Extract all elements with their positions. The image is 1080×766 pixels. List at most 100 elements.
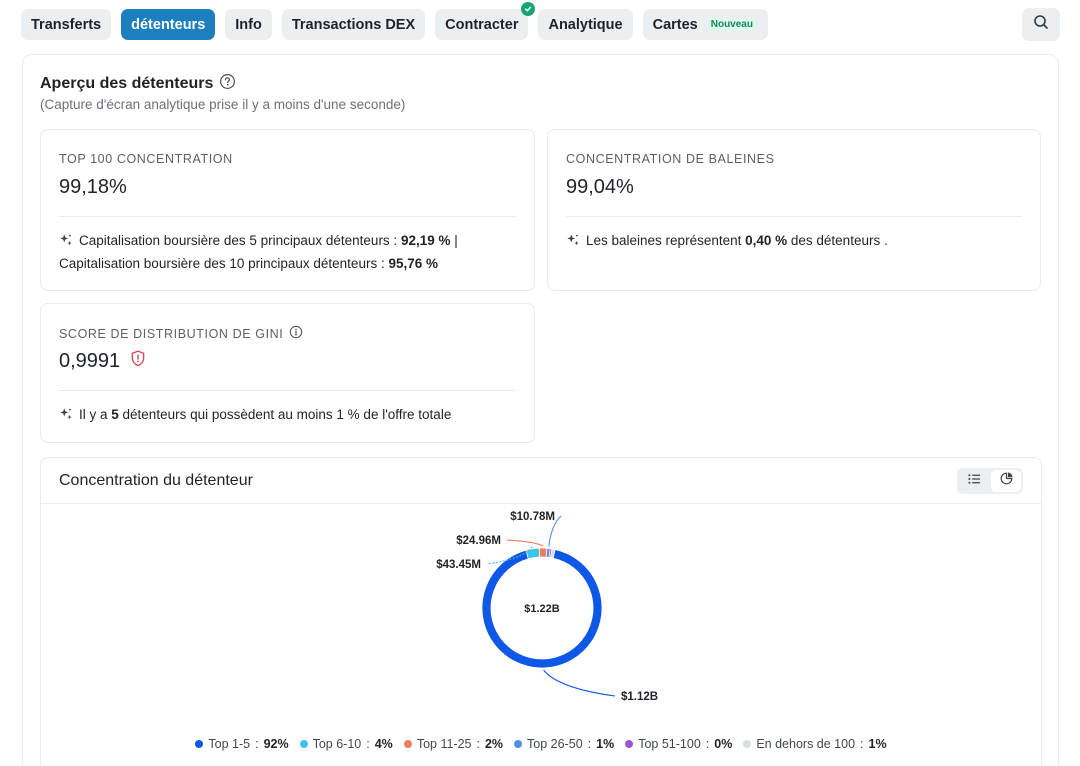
legend-value: 0% [714,737,733,751]
tab-label: Transactions DEX [291,16,416,33]
tab-label: détenteurs [131,16,206,33]
chart-center-label: $1.22B [524,603,560,615]
tab-label: Contracter [445,16,519,33]
callout-label-3: $10.78M [510,511,555,523]
search-button[interactable] [1022,8,1060,41]
legend-item-outside-100[interactable]: En dehors de 100: 1% [743,737,887,751]
tab-label: Analytique [548,16,623,33]
legend-dot [743,740,752,748]
note-text: détenteurs qui possèdent au moins 1 % de… [118,407,452,422]
tab-analytics[interactable]: Analytique [538,9,633,40]
tab-label: Transferts [31,16,102,33]
overview-title-text: Aperçu des détenteurs [40,75,214,92]
legend-label: Top 26-50 [527,737,583,751]
legend-item-top-51-100[interactable]: Top 51-100: 0% [625,737,732,751]
list-view-button[interactable] [959,470,989,492]
tab-holders[interactable]: détenteurs [121,9,216,40]
overview-subtitle: (Capture d'écran analytique prise il y a… [40,97,406,112]
new-badge: Nouveau [705,17,758,32]
holder-concentration-card: Concentration du détenteur $1.12B $43.45M… [40,457,1042,766]
gini-score-card: SCORE DE DISTRIBUTION DE GINI 0,9991 Il … [40,303,535,443]
callout-label-2: $24.96M [456,535,501,547]
legend-dot [403,740,412,748]
donut-slice-1[interactable] [525,547,541,560]
tab-label: Info [235,16,262,33]
tab-dex-transactions[interactable]: Transactions DEX [281,9,426,40]
legend-label: En dehors de 100 [756,737,856,751]
card-note: Il y a 5 détenteurs qui possèdent au moi… [59,404,516,427]
view-toggle [957,468,1023,494]
top100-concentration-card: TOP 100 CONCENTRATION 99,18% Capitalisat… [40,129,535,291]
legend-value: 4% [374,737,393,751]
legend-item-top-26-50[interactable]: Top 26-50: 1% [514,737,614,751]
pie-view-button[interactable] [991,470,1021,492]
donut-slice-2[interactable] [538,547,548,558]
chart-header: Concentration du détenteur [41,458,1041,504]
card-divider [59,216,516,217]
legend-value: 1% [868,737,887,751]
card-label: CONCENTRATION DE BALEINES [566,152,775,166]
callout-line-2 [506,539,544,547]
note-text: des détenteurs . [787,233,888,248]
info-icon[interactable] [289,325,303,342]
sparkle-icon [59,406,73,427]
card-note: Les baleines représentent 0,40 % des dét… [566,230,1022,253]
legend-label: Top 1-5 [208,737,251,751]
callout-label-0: $1.12B [621,691,658,703]
gini-label: SCORE DE DISTRIBUTION DE GINI [59,326,284,341]
tab-info[interactable]: Info [225,9,272,40]
note-value: 95,76 % [388,256,438,271]
donut-chart: $1.12B $43.45M $24.96M $10.78M $1.22B [436,511,658,703]
tab-label: Cartes [652,16,698,33]
legend-dot [195,740,204,748]
help-icon[interactable] [219,73,236,95]
legend-label: Top 6-10 [312,737,362,751]
legend-label: Top 11-25 [416,737,472,751]
legend-value: 2% [484,737,504,751]
legend-item-top-1-5[interactable]: Top 1-5: 92% [195,737,289,751]
tab-transfers[interactable]: Transferts [21,9,112,40]
card-value: 0,9991 [59,350,146,373]
holders-overview-panel: Aperçu des détenteurs (Capture d'écran a… [22,54,1059,766]
note-text: Il y a [79,407,112,422]
card-divider [59,390,516,391]
shield-alert-icon [130,350,146,373]
tab-contract[interactable]: Contracter [435,2,536,40]
card-divider [566,216,1022,217]
note-separator: | [450,233,458,248]
tab-maps[interactable]: Cartes Nouveau [642,9,768,40]
sparkle-icon [566,232,580,253]
legend-value: 92% [263,737,289,751]
card-label: SCORE DE DISTRIBUTION DE GINI [59,325,303,342]
verified-check-icon [521,2,536,16]
sparkle-icon [59,232,73,253]
overview-title: Aperçu des détenteurs [40,73,236,95]
note-text: Les baleines représentent [586,233,746,248]
card-label: TOP 100 CONCENTRATION [59,152,233,166]
card-note: Capitalisation boursière des 5 principau… [59,230,516,274]
note-value: 0,40 % [745,233,788,248]
note-text: Capitalisation boursière des 10 principa… [59,256,389,271]
note-value: 5 [111,407,119,422]
legend-dot [299,740,308,748]
legend-value: 1% [596,737,615,751]
legend-item-top-11-25[interactable]: Top 11-25: 2% [403,737,504,751]
gini-value: 0,9991 [59,350,121,372]
legend-item-top-6-10[interactable]: Top 6-10: 4% [299,737,393,751]
pie-chart-icon [1000,472,1013,490]
callout-label-1: $43.45M [436,559,481,571]
tab-bar: Transferts détenteurs Info Transactions … [21,2,1060,41]
search-icon [1033,14,1049,35]
whale-concentration-card: CONCENTRATION DE BALEINES 99,04% Les bal… [547,129,1041,291]
note-value: 92,19 % [400,233,451,248]
card-value: 99,04% [566,176,634,199]
chart-legend: Top 1-5: 92% Top 6-10: 4% Top 11-25: 2% … [41,737,1041,751]
legend-dot [514,740,523,748]
callout-line-0 [543,669,616,697]
note-text: Capitalisation boursière des 5 principau… [79,233,401,248]
list-icon [967,472,981,490]
top100-value: 99,18% [59,176,127,198]
chart-title: Concentration du détenteur [59,472,253,489]
legend-dot [625,740,634,748]
card-value: 99,18% [59,176,127,199]
